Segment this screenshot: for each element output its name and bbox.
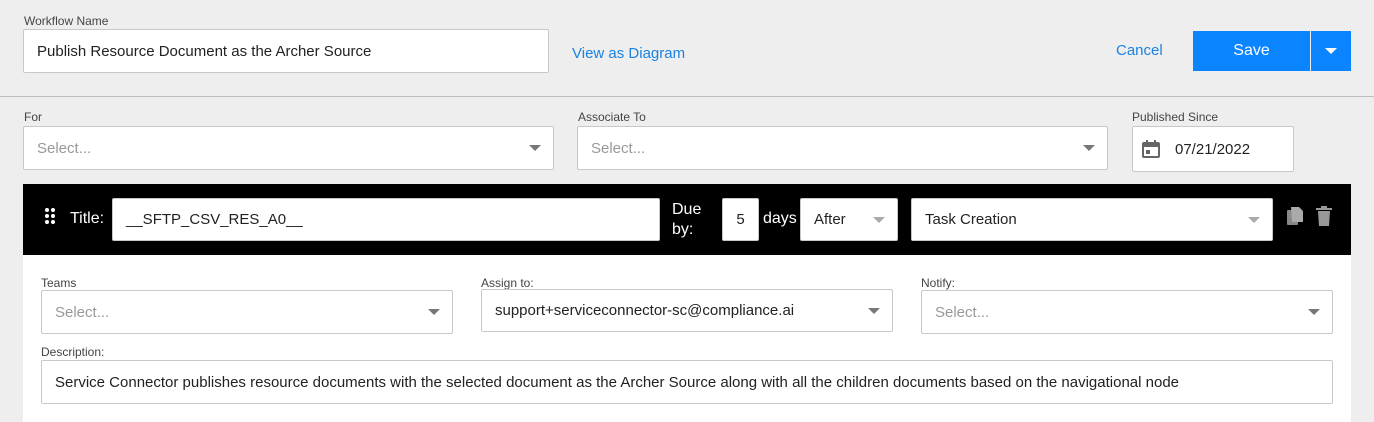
- published-label: Published Since: [1132, 110, 1219, 124]
- due-days-value: 5: [736, 211, 745, 228]
- save-options-button[interactable]: [1311, 31, 1351, 71]
- task-title-input[interactable]: __SFTP_CSV_RES_A0__: [112, 198, 660, 241]
- description-label: Description:: [41, 345, 105, 359]
- view-diagram-link[interactable]: View as Diagram: [572, 45, 685, 62]
- workflow-name-label: Workflow Name: [24, 14, 109, 28]
- due-label-line2: by:: [672, 221, 694, 238]
- associate-select[interactable]: Select...: [577, 126, 1108, 170]
- event-select[interactable]: Task Creation: [911, 198, 1273, 241]
- for-label: For: [24, 110, 42, 124]
- description-value: Service Connector publishes resource doc…: [55, 373, 1180, 391]
- assign-value: support+serviceconnector-sc@compliance.a…: [495, 302, 795, 319]
- cancel-button[interactable]: Cancel: [1116, 42, 1163, 59]
- published-date-input[interactable]: 07/21/2022: [1132, 126, 1294, 172]
- for-placeholder: Select...: [37, 139, 92, 157]
- days-label: days: [763, 210, 797, 227]
- due-days-input[interactable]: 5: [722, 198, 759, 241]
- drag-handle-icon[interactable]: [44, 207, 56, 230]
- description-input[interactable]: Service Connector publishes resource doc…: [41, 360, 1333, 404]
- published-date-value: 07/21/2022: [1175, 140, 1251, 158]
- chevron-down-icon: [1308, 309, 1320, 315]
- due-label-line1: Due: [672, 201, 702, 218]
- workflow-name-input[interactable]: Publish Resource Document as the Archer …: [23, 29, 549, 73]
- chevron-down-icon: [1248, 216, 1260, 223]
- trash-icon[interactable]: [1315, 206, 1333, 231]
- calendar-icon: [1141, 139, 1161, 159]
- teams-placeholder: Select...: [55, 303, 110, 321]
- teams-select[interactable]: Select...: [41, 290, 453, 334]
- relation-select[interactable]: After: [800, 198, 898, 241]
- workflow-name-value: Publish Resource Document as the Archer …: [37, 42, 372, 60]
- chevron-down-icon: [529, 145, 541, 151]
- teams-label: Teams: [41, 276, 77, 290]
- notify-placeholder: Select...: [935, 303, 990, 321]
- assign-label: Assign to:: [481, 276, 534, 290]
- chevron-down-icon: [873, 216, 885, 223]
- task-title-label: Title:: [70, 210, 105, 227]
- copy-icon[interactable]: [1286, 206, 1304, 231]
- relation-value: After: [814, 211, 846, 228]
- task-title-value: __SFTP_CSV_RES_A0__: [126, 211, 303, 228]
- chevron-down-icon: [1325, 48, 1337, 54]
- notify-label: Notify:: [921, 276, 956, 290]
- associate-label: Associate To: [578, 110, 646, 124]
- associate-placeholder: Select...: [591, 139, 646, 157]
- chevron-down-icon: [1083, 145, 1095, 151]
- notify-select[interactable]: Select...: [921, 290, 1333, 334]
- save-button[interactable]: Save: [1193, 31, 1310, 71]
- due-label: Due by:: [672, 200, 701, 240]
- for-select[interactable]: Select...: [23, 126, 554, 170]
- event-value: Task Creation: [925, 211, 1017, 228]
- header-divider: [0, 96, 1374, 97]
- save-button-label: Save: [1233, 42, 1270, 59]
- chevron-down-icon: [868, 307, 880, 314]
- assign-select[interactable]: support+serviceconnector-sc@compliance.a…: [481, 289, 893, 332]
- chevron-down-icon: [428, 309, 440, 315]
